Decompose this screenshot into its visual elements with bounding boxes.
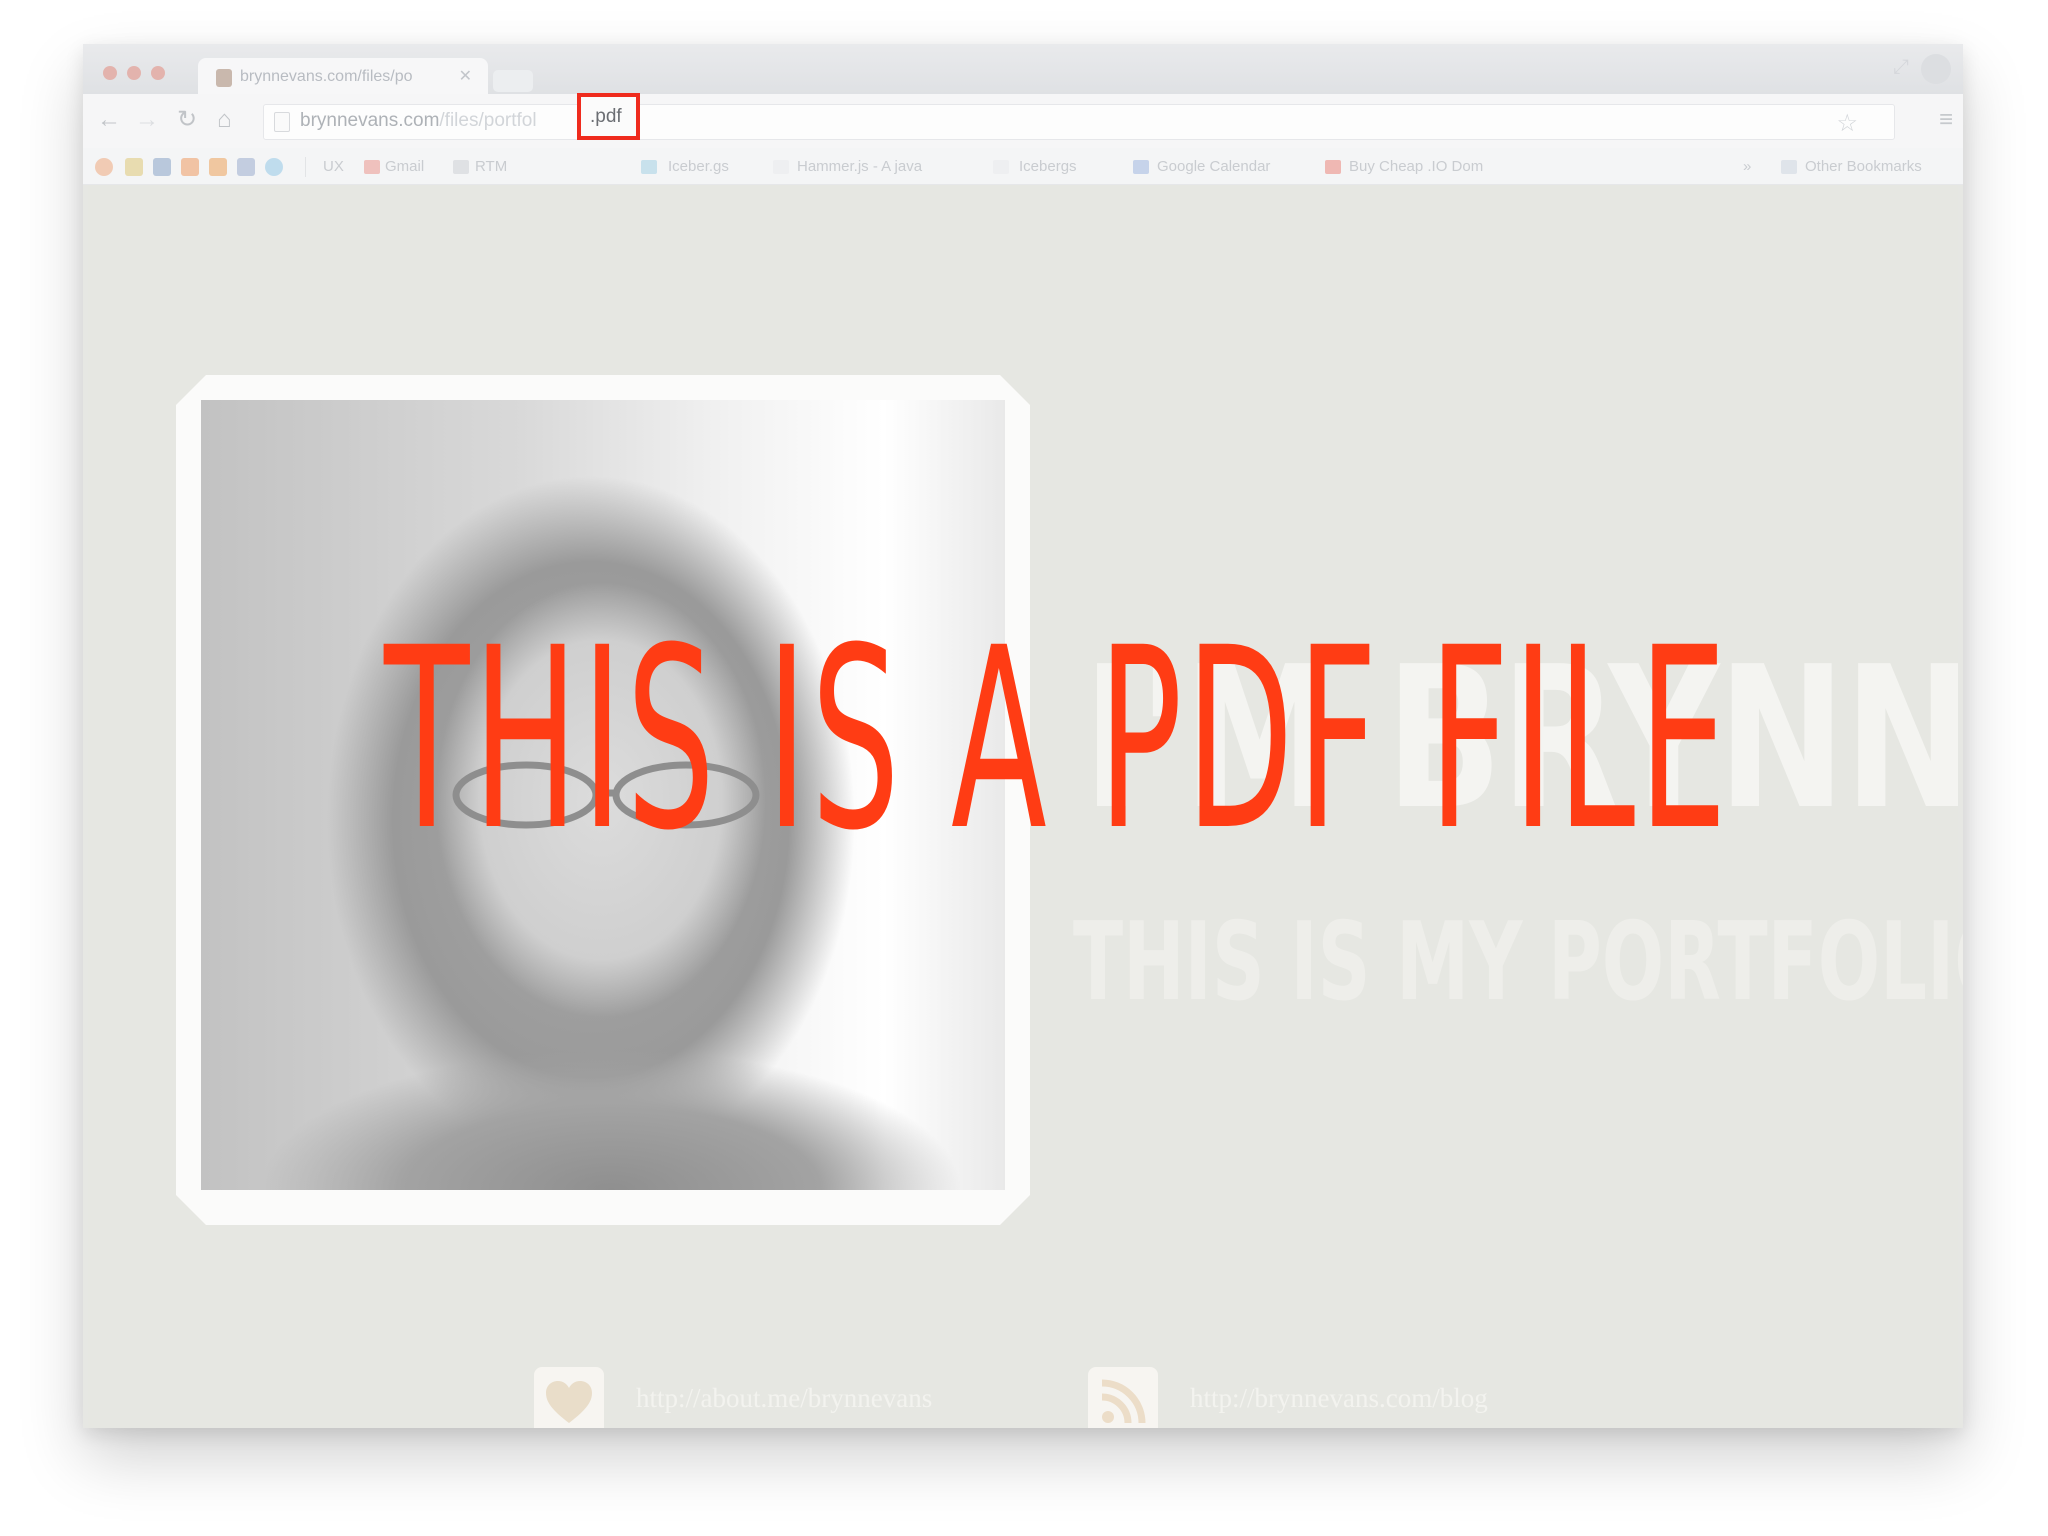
tab-favicon-icon bbox=[216, 69, 232, 87]
calendar-icon bbox=[453, 160, 469, 174]
page-icon bbox=[274, 112, 290, 132]
heart-icon bbox=[534, 1367, 604, 1428]
bookmark-favicon-icon[interactable] bbox=[95, 158, 113, 176]
bookmark-favicon-icon[interactable] bbox=[209, 158, 227, 176]
bookmark-buy-cheap-io[interactable]: Buy Cheap .IO Dom bbox=[1349, 158, 1483, 175]
about-me-link-text[interactable]: http://about.me/brynnevans bbox=[636, 1383, 932, 1414]
bookmark-iceber-gs[interactable]: Iceber.gs bbox=[668, 158, 729, 175]
home-icon[interactable]: ⌂ bbox=[217, 107, 232, 133]
incognito-profile-icon[interactable] bbox=[1921, 54, 1951, 84]
blog-link-text[interactable]: http://brynnevans.com/blog bbox=[1190, 1383, 1488, 1414]
bookmark-rtm[interactable]: RTM bbox=[475, 158, 507, 175]
tab-close-icon[interactable]: ✕ bbox=[459, 66, 472, 86]
bookmark-favicon-icon[interactable] bbox=[153, 158, 171, 176]
minimize-window-icon[interactable] bbox=[127, 66, 141, 80]
menu-icon[interactable]: ≡ bbox=[1939, 106, 1953, 134]
bookmark-icebergs[interactable]: Icebergs bbox=[1019, 158, 1077, 175]
iceberg-icon bbox=[641, 160, 657, 174]
tab-bar: brynnevans.com/files/po ✕ ⤢ bbox=[83, 44, 1963, 96]
forward-icon[interactable]: → bbox=[135, 107, 159, 133]
gmail-icon bbox=[364, 160, 380, 174]
close-window-icon[interactable] bbox=[103, 66, 117, 80]
tab-title: brynnevans.com/files/po bbox=[240, 68, 413, 85]
fullscreen-icon[interactable]: ⤢ bbox=[1893, 56, 1909, 79]
rss-icon bbox=[1088, 1367, 1158, 1428]
url-highlight-box: .pdf bbox=[577, 93, 640, 140]
page-icon bbox=[993, 160, 1009, 174]
bookmark-gmail[interactable]: Gmail bbox=[385, 158, 424, 175]
twitter-icon[interactable] bbox=[265, 158, 283, 176]
back-icon[interactable]: ← bbox=[97, 107, 121, 133]
facebook-icon[interactable] bbox=[237, 158, 255, 176]
overlay-caption: THIS IS A PDF FILE bbox=[384, 594, 1731, 885]
bookmark-google-calendar[interactable]: Google Calendar bbox=[1157, 158, 1270, 175]
portrait-shoulders bbox=[261, 1050, 961, 1190]
browser-toolbar: ← → ↻ ⌂ brynnevans.com/files/portfol ☆ ≡ bbox=[83, 94, 1963, 148]
address-bar[interactable]: brynnevans.com/files/portfol ☆ bbox=[263, 104, 1895, 140]
url-path: /files/portfol bbox=[439, 110, 537, 131]
url-domain: brynnevans.com bbox=[300, 110, 440, 131]
bookmark-favicon-icon[interactable] bbox=[181, 158, 199, 176]
bookmark-other-bookmarks[interactable]: Other Bookmarks bbox=[1805, 158, 1922, 175]
url-text: brynnevans.com/files/portfol bbox=[300, 110, 537, 132]
google-calendar-icon bbox=[1133, 160, 1149, 174]
domain-icon bbox=[1325, 160, 1341, 174]
browser-tab[interactable]: brynnevans.com/files/po ✕ bbox=[198, 58, 488, 96]
bookmarks-overflow-icon[interactable]: » bbox=[1743, 158, 1751, 175]
url-extension: .pdf bbox=[590, 106, 622, 127]
folder-icon bbox=[1781, 160, 1797, 174]
bookmark-hammer-js[interactable]: Hammer.js - A java bbox=[797, 158, 922, 175]
reload-icon[interactable]: ↻ bbox=[177, 107, 197, 133]
slide: brynnevans.com/files/po ✕ ⤢ ← → ↻ ⌂ bryn… bbox=[0, 0, 2048, 1536]
bookmark-ux[interactable]: UX bbox=[323, 158, 344, 175]
bookmark-separator bbox=[305, 157, 306, 177]
bookmark-favicon-icon[interactable] bbox=[125, 158, 143, 176]
portfolio-subheadline: THIS IS MY PORTFOLIO bbox=[1073, 900, 1963, 1025]
new-tab-button[interactable] bbox=[493, 70, 533, 92]
bookmark-star-icon[interactable]: ☆ bbox=[1836, 109, 1858, 138]
zoom-window-icon[interactable] bbox=[151, 66, 165, 80]
bookmarks-bar: UX Gmail RTM Iceber.gs Hammer.js - A jav… bbox=[83, 148, 1963, 185]
page-icon bbox=[773, 160, 789, 174]
